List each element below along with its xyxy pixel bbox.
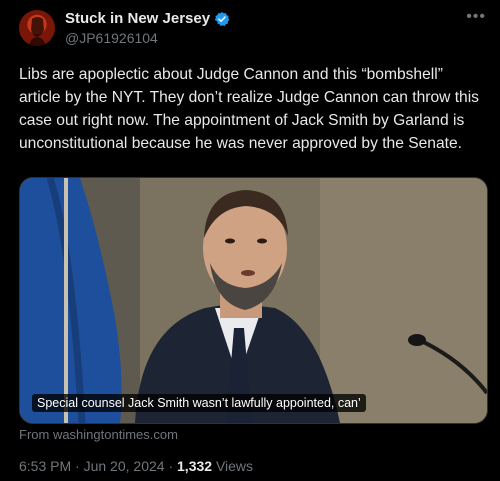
views-count: 1,332	[177, 458, 213, 474]
link-card-image[interactable]: Special counsel Jack Smith wasn’t lawful…	[19, 177, 488, 424]
meta-separator: ·	[75, 458, 80, 474]
tweet-text: Libs are apoplectic about Judge Cannon a…	[19, 66, 479, 152]
author-name-row: Stuck in New Jersey	[65, 10, 230, 27]
verified-badge-icon	[214, 11, 230, 27]
card-photo	[20, 178, 487, 423]
tweet-date[interactable]: Jun 20, 2024	[84, 458, 165, 474]
author-handle[interactable]: @JP61926104	[65, 30, 158, 46]
more-horizontal-icon[interactable]: •••	[466, 8, 486, 26]
tweet: Stuck in New Jersey @JP61926104 ••• Libs…	[0, 0, 500, 481]
card-caption: Special counsel Jack Smith wasn’t lawful…	[32, 394, 366, 412]
meta-separator: ·	[168, 458, 174, 474]
tweet-time[interactable]: 6:53 PM	[19, 458, 71, 474]
author-display-name[interactable]: Stuck in New Jersey	[65, 10, 210, 27]
avatar[interactable]	[19, 10, 55, 46]
tweet-meta: 6:53 PM · Jun 20, 2024 · 1,332 Views	[19, 458, 253, 474]
card-source[interactable]: From washingtontimes.com	[19, 427, 178, 442]
views-label: Views	[215, 458, 254, 474]
